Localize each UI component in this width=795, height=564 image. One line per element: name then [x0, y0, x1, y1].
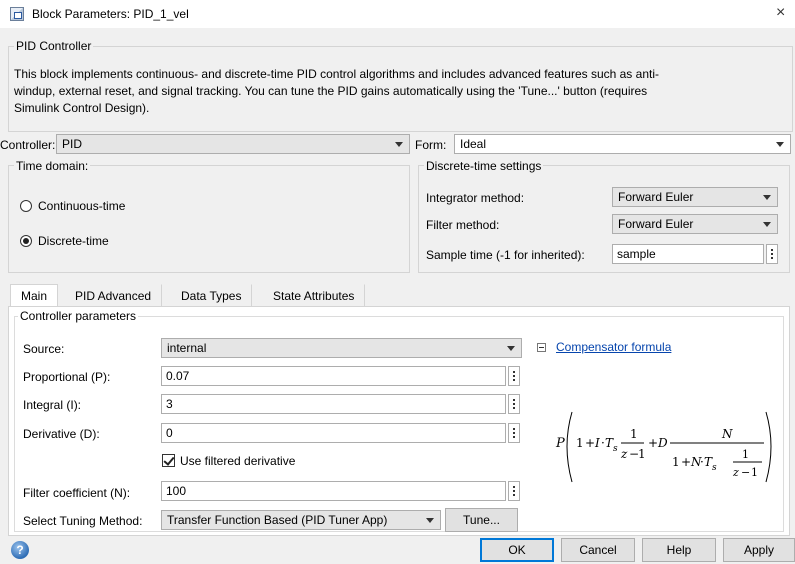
tab-main-label: Main — [21, 289, 48, 303]
formula-frac1-num: 1 — [630, 427, 638, 441]
form-value: Ideal — [460, 137, 487, 151]
description-line: This block implements continuous- and di… — [14, 67, 659, 81]
chevron-down-icon — [426, 518, 434, 523]
formula-den-plus: + — [681, 455, 691, 469]
tab-pid-advanced-label: PID Advanced — [75, 289, 152, 303]
filter-coefficient-more-icon[interactable] — [508, 481, 520, 501]
formula-frac3-num: 1 — [742, 448, 749, 461]
form-dropdown[interactable]: Ideal — [454, 134, 791, 154]
controller-parameters-title: Controller parameters — [18, 309, 139, 323]
integral-label: Integral (I): — [23, 398, 82, 412]
filter-method-label: Filter method: — [426, 218, 500, 232]
tuning-method-dropdown[interactable]: Transfer Function Based (PID Tuner App) — [161, 510, 441, 530]
chevron-down-icon — [763, 222, 771, 227]
tuning-method-value: Transfer Function Based (PID Tuner App) — [167, 513, 388, 527]
formula-frac3-minus: − — [741, 466, 750, 479]
tune-button[interactable]: Tune... — [445, 508, 518, 532]
sample-time-label: Sample time (-1 for inherited): — [426, 248, 585, 262]
formula-plus-1: + — [585, 436, 595, 450]
derivative-more-icon[interactable] — [508, 423, 520, 443]
formula-N-num: N — [721, 427, 733, 441]
formula-s-1: s — [613, 444, 618, 454]
chevron-down-icon — [763, 195, 771, 200]
tuning-method-label: Select Tuning Method: — [23, 514, 143, 528]
tab-data-types-label: Data Types — [181, 289, 242, 303]
compensator-formula: P 1 + I · T s 1 z − 1 + D N 1 + N · T s … — [555, 411, 772, 483]
help-icon[interactable]: ? — [11, 541, 29, 559]
derivative-label: Derivative (D): — [23, 427, 100, 441]
source-label: Source: — [23, 342, 65, 356]
proportional-more-icon[interactable] — [508, 366, 520, 386]
block-parameters-icon — [10, 7, 24, 21]
close-icon[interactable]: × — [776, 4, 785, 22]
time-domain-group — [8, 165, 410, 273]
formula-s-2: s — [712, 463, 717, 473]
description-line: windup, external reset, and signal track… — [14, 84, 648, 98]
formula-frac1-z: z — [620, 447, 628, 461]
sample-time-field[interactable]: sample — [612, 244, 764, 264]
cancel-button[interactable]: Cancel — [561, 538, 635, 562]
apply-button[interactable]: Apply — [723, 538, 795, 562]
formula-P: P — [555, 436, 565, 451]
description-line: Simulink Control Design). — [14, 101, 150, 115]
proportional-field[interactable]: 0.07 — [161, 366, 506, 386]
tab-state-attributes-label: State Attributes — [273, 289, 355, 303]
formula-den-one: 1 — [672, 455, 680, 469]
filter-coefficient-field[interactable]: 100 — [161, 481, 506, 501]
formula-frac3-z: z — [732, 466, 739, 479]
integrator-method-value: Forward Euler — [618, 190, 694, 204]
use-filtered-derivative-checkbox[interactable] — [162, 454, 175, 467]
chevron-down-icon — [776, 142, 784, 147]
formula-D: D — [657, 436, 668, 450]
formula-frac1-one: 1 — [638, 447, 646, 461]
derivative-field[interactable]: 0 — [161, 423, 506, 443]
chevron-down-icon — [395, 142, 403, 147]
sample-time-more-icon[interactable] — [766, 244, 778, 264]
use-filtered-derivative-label[interactable]: Use filtered derivative — [180, 454, 295, 468]
proportional-label: Proportional (P): — [23, 370, 111, 384]
formula-left-paren — [566, 411, 573, 483]
collapse-icon[interactable] — [537, 343, 546, 352]
filter-method-dropdown[interactable]: Forward Euler — [612, 214, 778, 234]
time-domain-group-title: Time domain: — [14, 159, 91, 173]
help-button[interactable]: Help — [642, 538, 716, 562]
discrete-time-label[interactable]: Discrete-time — [38, 234, 109, 248]
formula-right-paren — [765, 411, 772, 483]
compensator-formula-link[interactable]: Compensator formula — [556, 340, 671, 354]
integral-more-icon[interactable] — [508, 394, 520, 414]
controller-dropdown[interactable]: PID — [56, 134, 410, 154]
formula-one: 1 — [576, 436, 584, 450]
chevron-down-icon — [507, 346, 515, 351]
integral-field[interactable]: 3 — [161, 394, 506, 414]
ok-button[interactable]: OK — [480, 538, 554, 562]
tab-state-attributes[interactable]: State Attributes — [262, 284, 366, 307]
tab-main[interactable]: Main — [10, 284, 59, 307]
controller-value: PID — [62, 137, 83, 151]
filter-coefficient-label: Filter coefficient (N): — [23, 486, 131, 500]
discrete-time-settings-title: Discrete-time settings — [424, 159, 544, 173]
discrete-time-radio[interactable] — [20, 235, 32, 247]
form-label: Form: — [415, 138, 447, 152]
formula-plus-2: + — [648, 436, 658, 450]
integrator-method-dropdown[interactable]: Forward Euler — [612, 187, 778, 207]
filter-method-value: Forward Euler — [618, 217, 694, 231]
window-title: Block Parameters: PID_1_vel — [32, 7, 189, 21]
integrator-method-label: Integrator method: — [426, 191, 525, 205]
block-description: This block implements continuous- and di… — [14, 66, 774, 117]
source-value: internal — [167, 341, 207, 355]
formula-I: I — [594, 436, 600, 450]
continuous-time-radio[interactable] — [20, 200, 32, 212]
pid-controller-group-title: PID Controller — [14, 39, 94, 53]
continuous-time-label[interactable]: Continuous-time — [38, 199, 125, 213]
formula-frac3-one: 1 — [751, 466, 758, 479]
tab-pid-advanced[interactable]: PID Advanced — [64, 284, 163, 307]
source-dropdown[interactable]: internal — [161, 338, 522, 358]
tab-data-types[interactable]: Data Types — [170, 284, 253, 307]
controller-label: Controller: — [0, 138, 56, 152]
